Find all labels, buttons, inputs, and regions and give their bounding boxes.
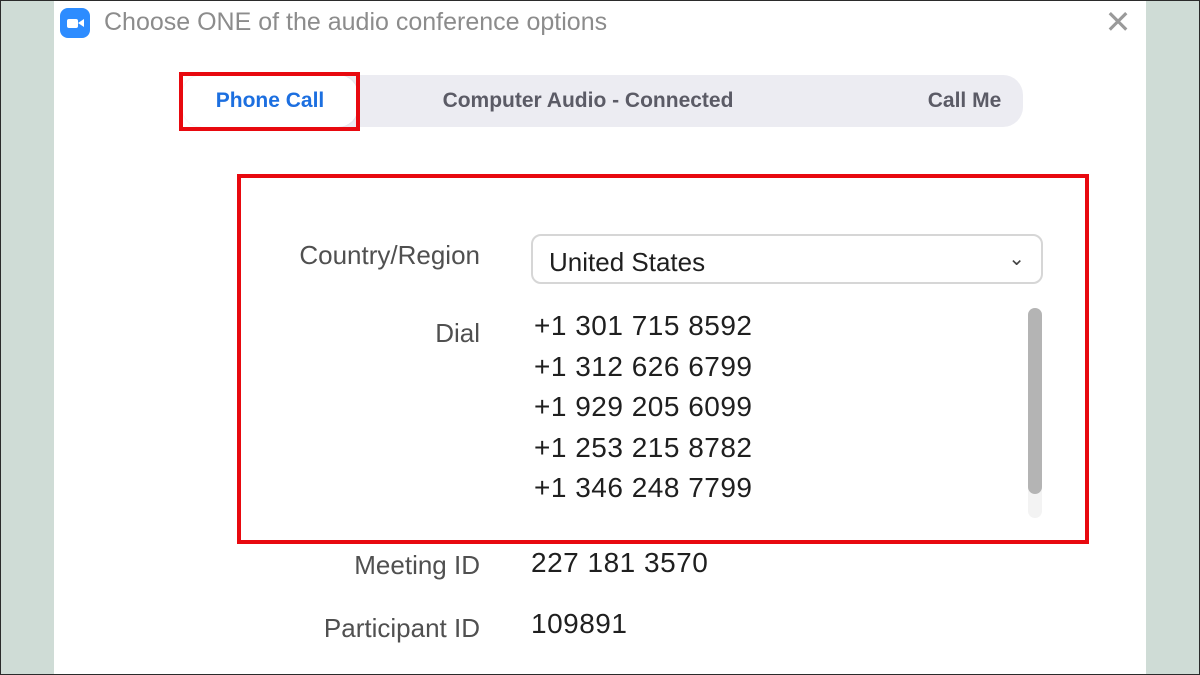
dial-number[interactable]: +1 346 248 7799: [534, 472, 994, 513]
dial-number[interactable]: +1 301 715 8592: [534, 310, 994, 351]
dial-number[interactable]: +1 929 205 6099: [534, 391, 994, 432]
title-bar: Choose ONE of the audio conference optio…: [54, 0, 1146, 44]
tab-phone-call[interactable]: Phone Call: [182, 75, 358, 127]
close-button[interactable]: ✕: [1102, 6, 1134, 38]
tab-call-me[interactable]: Call Me: [902, 75, 1027, 127]
camera-lens-shape: [78, 19, 84, 27]
camera-body-shape: [67, 19, 78, 28]
audio-option-tabs: Phone Call Computer Audio - Connected Ca…: [182, 75, 1023, 127]
dial-number-list[interactable]: +1 301 715 8592 +1 312 626 6799 +1 929 2…: [534, 310, 994, 513]
dial-number[interactable]: +1 253 215 8782: [534, 432, 994, 473]
chevron-down-icon: ⌄: [1008, 248, 1025, 270]
participant-id-value: 109891: [531, 608, 628, 639]
meeting-id-label: Meeting ID: [354, 550, 480, 580]
dial-list-scrollbar-thumb[interactable]: [1028, 308, 1042, 494]
tab-computer-audio[interactable]: Computer Audio - Connected: [398, 75, 778, 127]
country-region-label: Country/Region: [299, 240, 480, 270]
meeting-id-value: 227 181 3570: [531, 547, 709, 578]
dial-label: Dial: [435, 318, 480, 348]
country-region-dropdown[interactable]: United States ⌄: [531, 234, 1043, 284]
zoom-camera-icon: [60, 8, 90, 38]
country-region-value: United States: [549, 247, 706, 277]
audio-options-dialog: Choose ONE of the audio conference optio…: [54, 0, 1146, 675]
close-icon: ✕: [1104, 4, 1132, 40]
participant-id-label: Participant ID: [323, 613, 480, 643]
dial-number[interactable]: +1 312 626 6799: [534, 351, 994, 392]
window-title: Choose ONE of the audio conference optio…: [104, 8, 608, 36]
